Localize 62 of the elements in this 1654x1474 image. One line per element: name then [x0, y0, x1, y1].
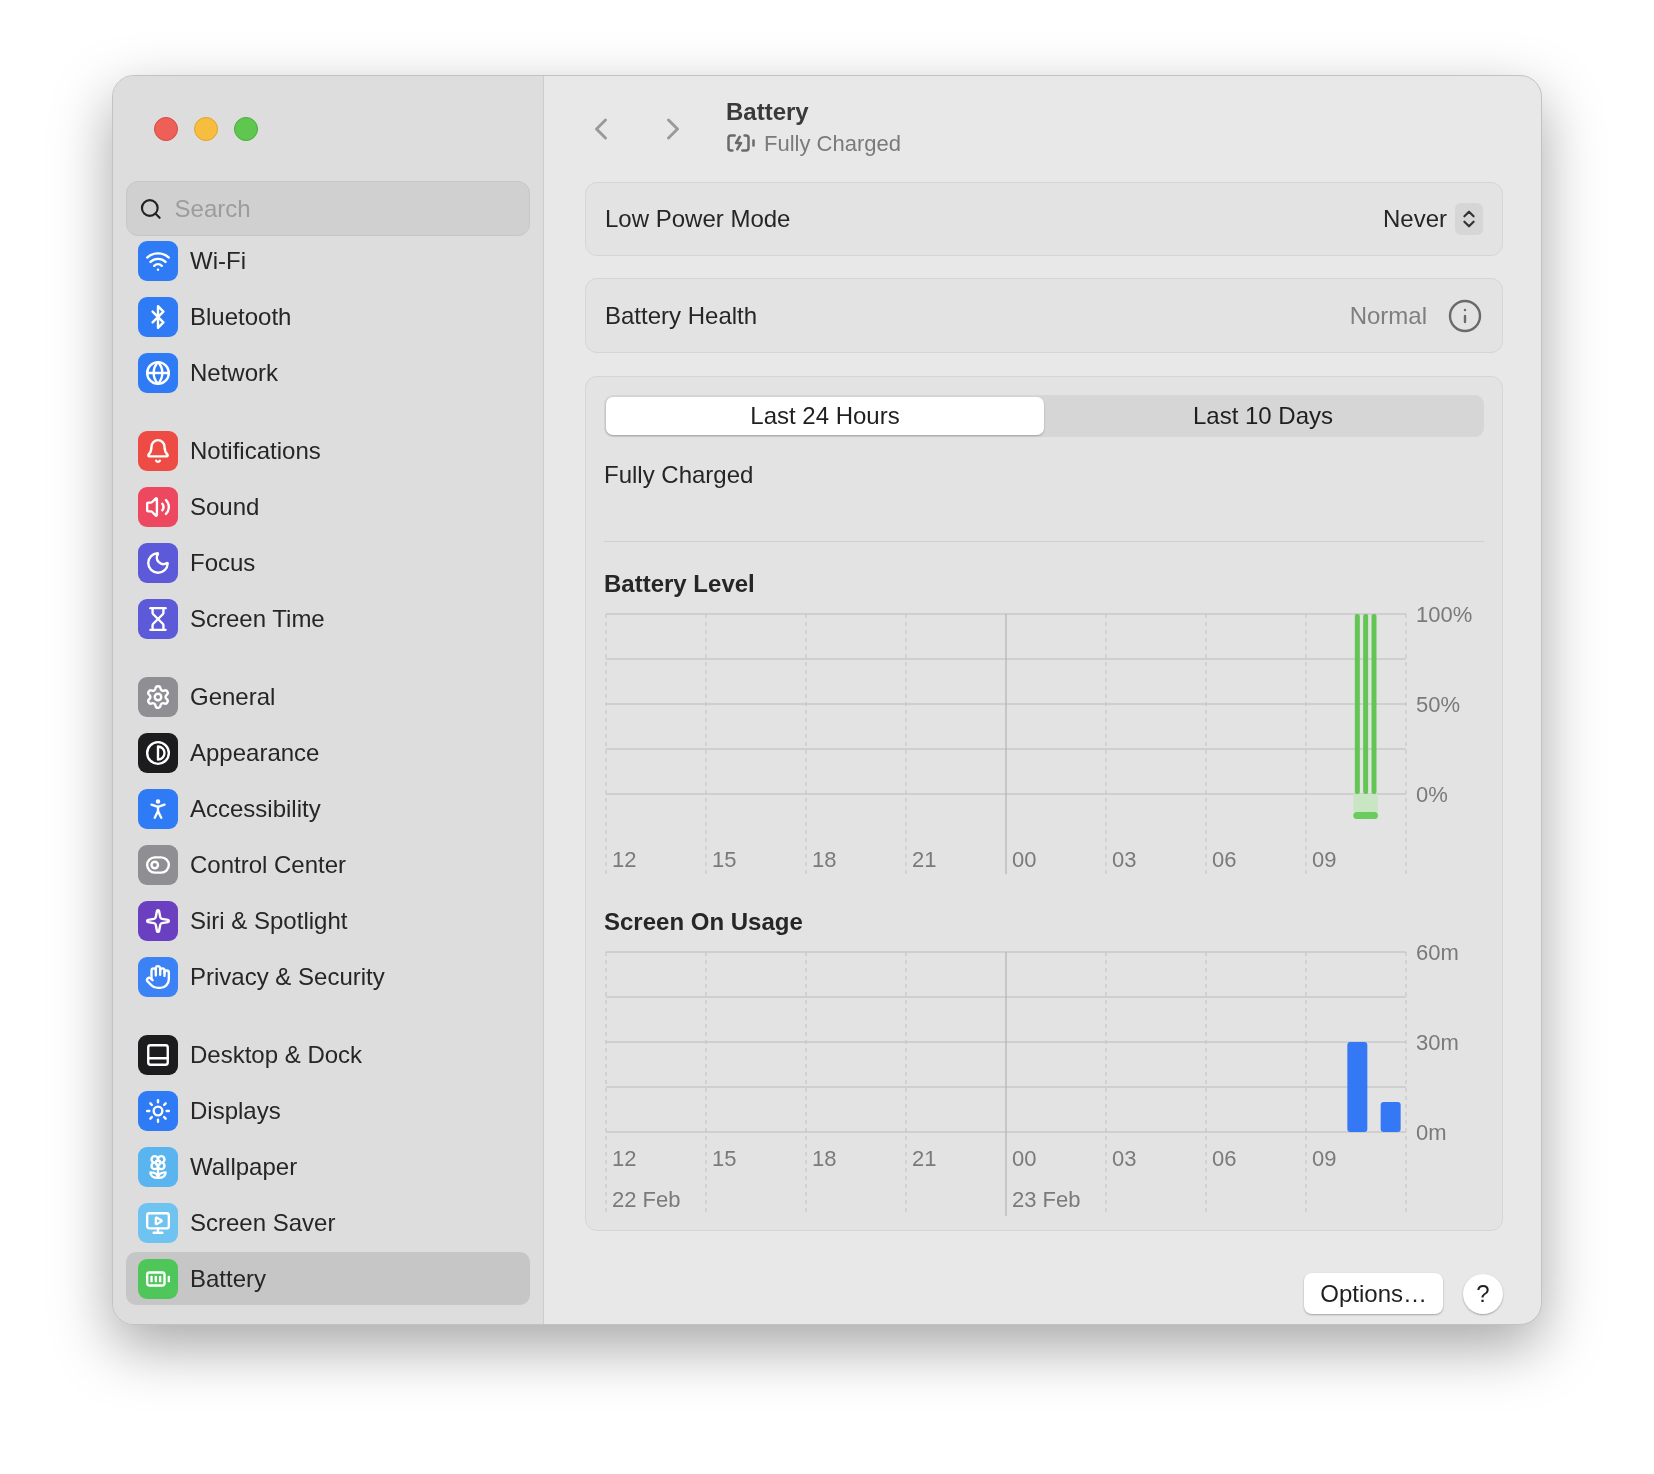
axis-label: 0%: [1416, 782, 1448, 807]
axis-label: 06: [1212, 847, 1237, 872]
info-button[interactable]: [1447, 297, 1483, 334]
axis-label: 100%: [1416, 606, 1473, 627]
axis-label: 00: [1012, 847, 1037, 872]
stepper-icon: [1455, 203, 1483, 235]
sidebar-item[interactable]: Control Center: [126, 838, 530, 891]
sidebar-item[interactable]: Wallpaper: [126, 1140, 530, 1193]
close-button[interactable]: [154, 117, 178, 141]
chart-title: Battery Level: [604, 572, 756, 596]
axis-label: 21: [912, 847, 937, 872]
axis-label: 12: [612, 1146, 637, 1171]
sidebar-item[interactable]: Sound: [126, 480, 530, 533]
sidebar-item[interactable]: Screen Saver: [126, 1196, 530, 1249]
axis-label: 0m: [1416, 1120, 1447, 1145]
axis-label: 15: [712, 1146, 737, 1171]
axis-label: 21: [912, 1146, 937, 1171]
setting-value: Normal: [1349, 300, 1427, 331]
axis-label: 18: [812, 847, 837, 872]
axis-label: 00: [1012, 1146, 1037, 1171]
sidebar-item[interactable]: Focus: [126, 536, 530, 589]
sidebar-item[interactable]: Notifications: [126, 424, 530, 477]
axis-label: 03: [1112, 847, 1137, 872]
options-button[interactable]: Options…: [1304, 1273, 1443, 1314]
date-label: 23 Feb: [1012, 1187, 1081, 1212]
axis-label: 30m: [1416, 1030, 1459, 1055]
sidebar-item[interactable]: Displays: [126, 1084, 530, 1137]
axis-label: 15: [712, 847, 737, 872]
axis-label: 12: [612, 847, 637, 872]
sidebar-item[interactable]: Accessibility: [126, 782, 530, 835]
setting-label: Battery Health: [605, 300, 758, 331]
axis-label: 18: [812, 1146, 837, 1171]
axis-label: 60m: [1416, 944, 1459, 965]
chart-title: Screen On Usage: [604, 910, 804, 934]
help-button[interactable]: ?: [1463, 1273, 1503, 1314]
sidebar-item[interactable]: Appearance: [126, 726, 530, 779]
zoom-button[interactable]: [234, 117, 258, 141]
axis-label: 03: [1112, 1146, 1137, 1171]
page-subtitle: Fully Charged: [764, 129, 901, 158]
sidebar-item[interactable]: Wi-Fi: [126, 236, 530, 287]
axis-label: 06: [1212, 1146, 1237, 1171]
segment-tab[interactable]: Last 24 Hours: [606, 397, 1044, 435]
sidebar-item[interactable]: Bluetooth: [126, 290, 530, 343]
page-title: Battery: [726, 96, 810, 127]
sidebar-item[interactable]: Privacy & Security: [126, 950, 530, 1003]
axis-label: 09: [1312, 847, 1337, 872]
sidebar-item[interactable]: Siri & Spotlight: [126, 894, 530, 947]
charging-indicator: [1353, 794, 1378, 819]
status-text: Fully Charged: [604, 460, 755, 490]
sidebar-item[interactable]: Screen Time: [126, 592, 530, 645]
sidebar-item[interactable]: Desktop & Dock: [126, 1028, 530, 1081]
axis-label: 50%: [1416, 692, 1461, 717]
popup-button[interactable]: Never: [1382, 201, 1483, 237]
date-label: 22 Feb: [612, 1187, 681, 1212]
sidebar-item[interactable]: General: [126, 670, 530, 723]
segment-tab[interactable]: Last 10 Days: [1044, 397, 1482, 435]
axis-label: 09: [1312, 1146, 1337, 1171]
bar: [1380, 1102, 1401, 1132]
sidebar-item[interactable]: Battery: [126, 1252, 530, 1305]
minimize-button[interactable]: [194, 117, 218, 141]
setting-label: Low Power Mode: [605, 204, 791, 234]
sidebar-item[interactable]: Network: [126, 346, 530, 399]
